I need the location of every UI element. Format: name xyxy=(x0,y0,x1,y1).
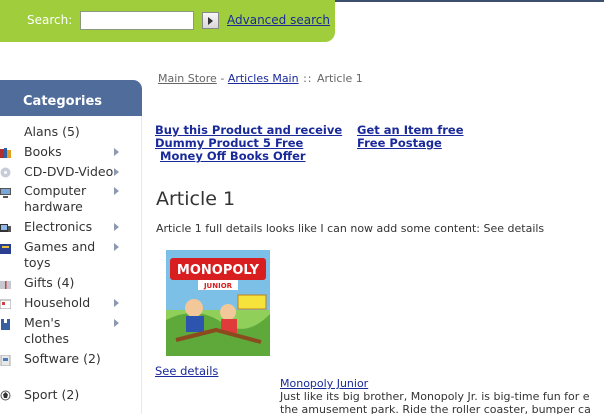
search-bar: Search: Advanced search xyxy=(0,0,335,42)
cd-dvd-icon xyxy=(0,167,11,178)
related-product-description: Just like its big brother, Monopoly Jr. … xyxy=(280,390,591,414)
category-label: Software (2) xyxy=(24,351,101,366)
breadcrumb-separator: - xyxy=(216,72,228,85)
advanced-search-link[interactable]: Advanced search xyxy=(227,13,330,27)
search-submit-button[interactable] xyxy=(202,12,219,29)
promo-line: Free Postage xyxy=(357,136,442,150)
category-label: Gifts (4) xyxy=(24,275,75,290)
computer-icon xyxy=(0,188,11,198)
books-icon xyxy=(0,148,11,158)
sport-icon xyxy=(0,390,11,401)
promo-free-item-link[interactable]: Get an Item free Free Postage xyxy=(357,124,464,150)
chevron-right-icon xyxy=(114,319,119,327)
monopoly-junior-box-art: MONOPOLY JUNIOR xyxy=(166,250,270,356)
product-image-monopoly-junior[interactable]: MONOPOLY JUNIOR xyxy=(166,250,270,356)
promo-money-off-books-link[interactable]: Money Off Books Offer xyxy=(160,150,306,163)
chevron-right-icon xyxy=(114,148,119,156)
category-label: Alans (5) xyxy=(24,124,80,139)
search-input[interactable] xyxy=(80,11,194,30)
category-label: Games and toys xyxy=(24,239,96,270)
category-label: Electronics xyxy=(24,219,93,234)
related-product-link[interactable]: Monopoly Junior xyxy=(280,377,368,390)
category-list: Alans (5) Books CD-DVD-Video Computer ha… xyxy=(0,116,142,414)
search-label: Search: xyxy=(27,13,73,27)
category-label: Sport (2) xyxy=(24,387,80,402)
chevron-right-icon xyxy=(114,168,119,176)
chevron-right-icon xyxy=(114,223,119,231)
promo-buy-product-link[interactable]: Buy this Product and receive Dummy Produ… xyxy=(155,124,342,150)
product-image-caption: MONOPOLY xyxy=(177,263,260,278)
article-intro-text: Article 1 full details looks like I can … xyxy=(156,222,545,235)
product-image-caption: JUNIOR xyxy=(203,282,233,290)
gifts-icon xyxy=(0,281,11,289)
mens-clothes-icon xyxy=(1,319,10,330)
category-label: CD-DVD-Video xyxy=(24,164,114,179)
games-icon xyxy=(0,244,11,254)
category-label: Household xyxy=(24,295,91,310)
categories-title: Categories xyxy=(23,94,103,109)
household-icon xyxy=(0,299,11,309)
see-details-link[interactable]: See details xyxy=(155,364,218,378)
chevron-right-icon xyxy=(114,187,119,195)
electronics-icon xyxy=(0,224,11,232)
breadcrumb-main-store[interactable]: Main Store xyxy=(158,72,217,85)
category-label: Men's clothes xyxy=(24,315,70,346)
breadcrumb-current: Article 1 xyxy=(317,72,363,85)
software-icon xyxy=(0,355,11,366)
play-arrow-icon xyxy=(208,16,213,25)
breadcrumb-articles-main[interactable]: Articles Main xyxy=(228,72,299,85)
article-title: Article 1 xyxy=(156,188,236,210)
breadcrumb: Main Store - Articles Main :: Article 1 xyxy=(158,72,363,85)
chevron-right-icon xyxy=(114,299,119,307)
categories-header: Categories xyxy=(0,80,142,116)
category-label: Books xyxy=(24,144,62,159)
breadcrumb-separator: :: xyxy=(298,72,317,85)
category-label: Computer hardware xyxy=(24,183,87,214)
chevron-right-icon xyxy=(114,243,119,251)
